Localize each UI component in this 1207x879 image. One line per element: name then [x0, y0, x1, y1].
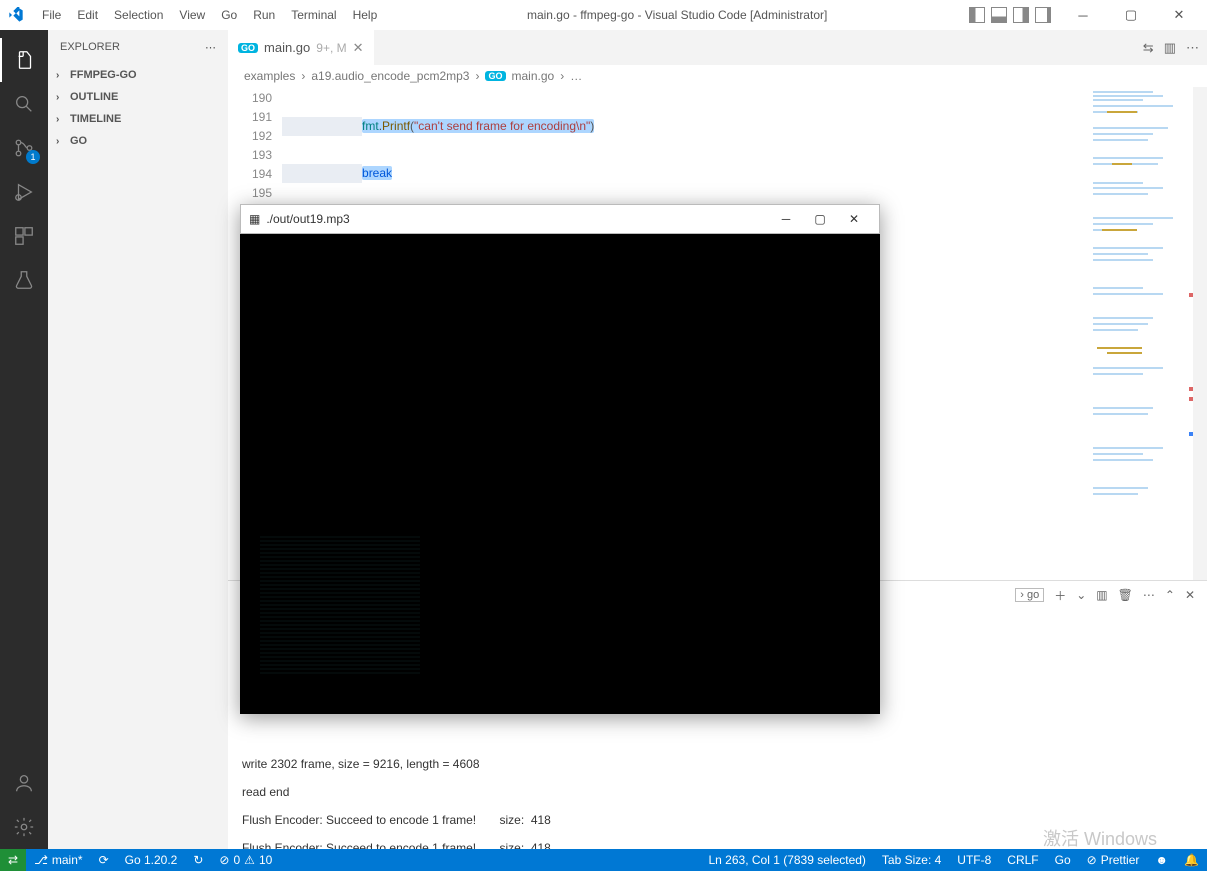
layout-icon[interactable]	[1013, 7, 1029, 23]
breadcrumb[interactable]: examples › a19.audio_encode_pcm2mp3 › GO…	[228, 65, 1207, 87]
menu-view[interactable]: View	[171, 4, 213, 26]
title-bar: File Edit Selection View Go Run Terminal…	[0, 0, 1207, 30]
player-titlebar[interactable]: ▦ ./out/out19.mp3 ─ ▢ ✕	[240, 204, 880, 234]
sidebar: EXPLORER ⋯ ›FFMPEG-GO ›OUTLINE ›TIMELINE…	[48, 30, 228, 849]
status-bell[interactable]: 🔔	[1176, 849, 1207, 871]
activity-extensions[interactable]	[0, 214, 48, 258]
compare-icon[interactable]: ⇆	[1143, 40, 1154, 56]
maximize-button[interactable]: ▢	[1111, 0, 1151, 30]
layout-controls	[969, 7, 1051, 23]
window-title: main.go - ffmpeg-go - Visual Studio Code…	[385, 8, 969, 22]
tab-meta: 9+, M	[316, 41, 346, 55]
status-bar: ⇄ ⎇ main* ⟳ Go 1.20.2 ↻ ⊘ 0 ⚠ 10 Ln 263,…	[0, 849, 1207, 871]
explorer-title: EXPLORER	[60, 41, 120, 53]
more-icon[interactable]: ⋯	[1186, 40, 1199, 56]
breadcrumb-item[interactable]: examples	[244, 69, 295, 83]
activity-settings[interactable]	[0, 805, 48, 849]
menu-edit[interactable]: Edit	[69, 4, 106, 26]
breadcrumb-item[interactable]: main.go	[512, 69, 555, 83]
more-icon[interactable]: ⋯	[1143, 588, 1155, 602]
terminal-new-icon[interactable]: ＋	[1054, 587, 1066, 604]
activity-bar: 1	[0, 30, 48, 849]
sidebar-item-label: FFMPEG-GO	[70, 69, 137, 81]
activity-search[interactable]	[0, 82, 48, 126]
menu-go[interactable]: Go	[213, 4, 245, 26]
player-canvas	[240, 234, 880, 714]
status-problems[interactable]: ⊘ 0 ⚠ 10	[211, 849, 280, 871]
terminal-profile[interactable]: › go	[1015, 588, 1044, 602]
sidebar-item-label: TIMELINE	[70, 113, 121, 125]
editor-scrollbar[interactable]	[1193, 87, 1207, 580]
chevron-down-icon[interactable]: ⌄	[1076, 588, 1086, 602]
menu-selection[interactable]: Selection	[106, 4, 171, 26]
vscode-icon	[8, 7, 24, 23]
status-encoding[interactable]: UTF-8	[949, 849, 999, 871]
tab-label: main.go	[264, 40, 310, 55]
trash-icon[interactable]: 🗑	[1118, 588, 1133, 602]
activity-scm[interactable]: 1	[0, 126, 48, 170]
split-terminal-icon[interactable]: ▥	[1096, 588, 1107, 602]
status-prettier[interactable]: ⊘ Prettier	[1079, 849, 1148, 871]
activity-explorer[interactable]	[0, 38, 48, 82]
menu-bar: File Edit Selection View Go Run Terminal…	[34, 4, 385, 26]
sidebar-item-label: OUTLINE	[70, 91, 118, 103]
close-panel-icon[interactable]: ✕	[1185, 588, 1195, 602]
go-icon: GO	[238, 43, 258, 53]
player-close-icon[interactable]: ✕	[837, 212, 871, 226]
activity-run[interactable]	[0, 170, 48, 214]
status-sync[interactable]: ⟳	[91, 849, 117, 871]
player-maximize-icon[interactable]: ▢	[803, 212, 837, 226]
player-minimize-icon[interactable]: ─	[769, 212, 803, 226]
status-eol[interactable]: CRLF	[999, 849, 1046, 871]
sidebar-item-ffmpeg[interactable]: ›FFMPEG-GO	[48, 64, 228, 86]
status-feedback[interactable]: ☻	[1147, 849, 1176, 871]
status-go-version[interactable]: Go 1.20.2	[117, 849, 186, 871]
chevron-up-icon[interactable]: ⌃	[1165, 588, 1175, 602]
status-language[interactable]: Go	[1047, 849, 1079, 871]
minimap[interactable]	[1087, 87, 1193, 580]
go-icon: GO	[485, 71, 505, 81]
breadcrumb-item[interactable]: a19.audio_encode_pcm2mp3	[311, 69, 469, 83]
menu-help[interactable]: Help	[345, 4, 386, 26]
player-app-icon: ▦	[249, 212, 260, 226]
layout-icon[interactable]	[969, 7, 985, 23]
player-window[interactable]: ▦ ./out/out19.mp3 ─ ▢ ✕	[240, 204, 880, 714]
minimize-button[interactable]: ─	[1063, 0, 1103, 30]
status-branch[interactable]: ⎇ main*	[26, 849, 91, 871]
breadcrumb-more[interactable]: …	[570, 69, 582, 83]
status-tabsize[interactable]: Tab Size: 4	[874, 849, 949, 871]
explorer-more-icon[interactable]: ⋯	[205, 41, 216, 54]
activity-account[interactable]	[0, 761, 48, 805]
player-title: ./out/out19.mp3	[266, 212, 769, 226]
status-cursor[interactable]: Ln 263, Col 1 (7839 selected)	[700, 849, 873, 871]
scm-badge: 1	[26, 150, 40, 164]
layout-icon[interactable]	[991, 7, 1007, 23]
activity-testing[interactable]	[0, 258, 48, 302]
sidebar-item-label: GO	[70, 135, 87, 147]
sidebar-item-timeline[interactable]: ›TIMELINE	[48, 108, 228, 130]
tab-bar: GO main.go 9+, M ✕ ⇆ ▥ ⋯	[228, 30, 1207, 65]
remote-indicator[interactable]: ⇄	[0, 849, 26, 871]
close-button[interactable]: ✕	[1159, 0, 1199, 30]
menu-run[interactable]: Run	[245, 4, 283, 26]
explorer-header: EXPLORER ⋯	[48, 30, 228, 64]
split-icon[interactable]: ▥	[1164, 40, 1176, 56]
menu-file[interactable]: File	[34, 4, 69, 26]
sidebar-item-go[interactable]: ›GO	[48, 130, 228, 152]
tab-close-icon[interactable]: ✕	[353, 40, 364, 56]
status-go-reload[interactable]: ↻	[185, 849, 211, 871]
sidebar-item-outline[interactable]: ›OUTLINE	[48, 86, 228, 108]
menu-terminal[interactable]: Terminal	[283, 4, 344, 26]
layout-icon[interactable]	[1035, 7, 1051, 23]
tab-main-go[interactable]: GO main.go 9+, M ✕	[228, 30, 374, 65]
